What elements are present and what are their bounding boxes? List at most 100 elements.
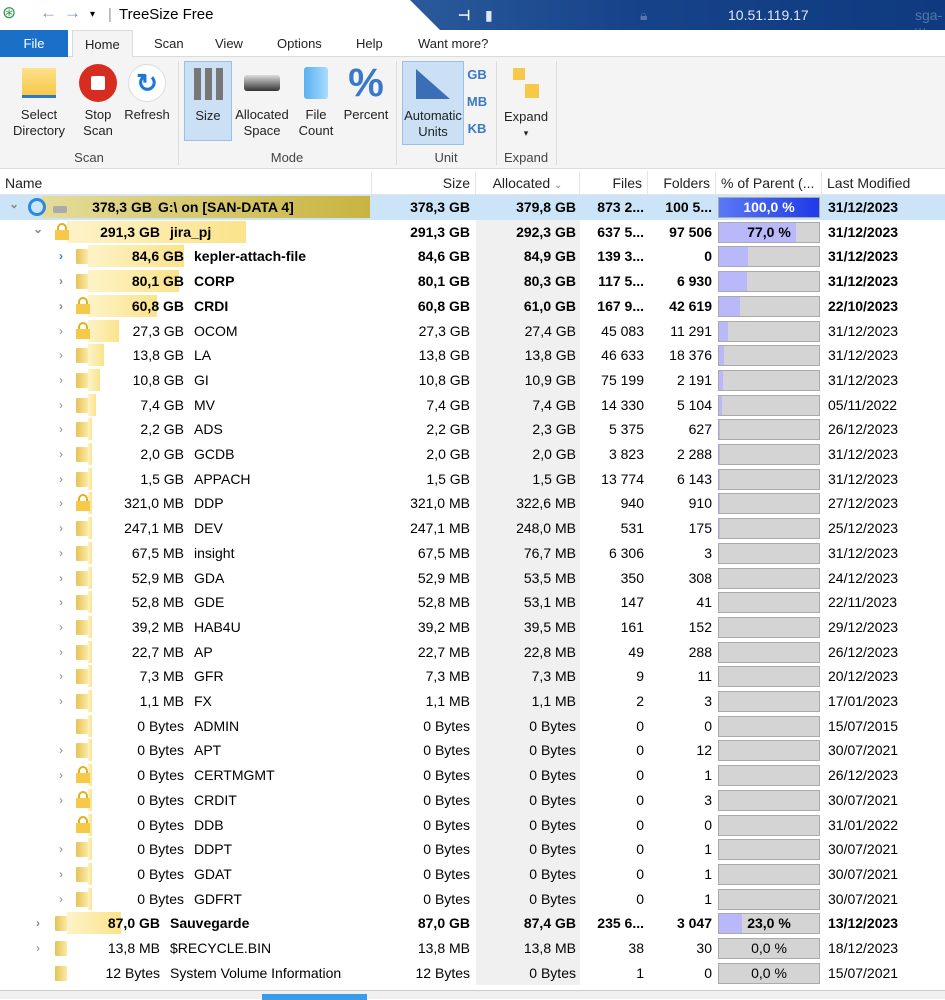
chevron-right-icon[interactable]: › (55, 244, 67, 269)
chevron-right-icon[interactable]: › (55, 368, 67, 393)
chevron-right-icon[interactable]: › (55, 319, 67, 344)
row-name[interactable]: GDE (194, 590, 224, 615)
table-row[interactable]: ›2,0 GBGCDB2,0 GB2,0 GB3 8232 28831/12/2… (0, 442, 945, 467)
table-row[interactable]: ›2,2 GBADS2,2 GB2,3 GB5 37562726/12/2023 (0, 417, 945, 442)
row-name[interactable]: insight (194, 541, 234, 566)
table-row[interactable]: 12 BytesSystem Volume Information12 Byte… (0, 961, 945, 986)
row-name[interactable]: kepler-attach-file (194, 244, 306, 269)
table-row[interactable]: ›1,5 GBAPPACH1,5 GB1,5 GB13 7746 14331/1… (0, 467, 945, 492)
table-row[interactable]: ›84,6 GBkepler-attach-file84,6 GB84,9 GB… (0, 244, 945, 269)
chevron-right-icon[interactable]: › (55, 516, 67, 541)
back-icon[interactable]: ← (40, 3, 57, 23)
table-row[interactable]: ›22,7 MBAP22,7 MB22,8 MB4928826/12/2023 (0, 640, 945, 665)
column-size[interactable]: Size (372, 171, 476, 195)
chevron-right-icon[interactable]: › (55, 664, 67, 689)
row-name[interactable]: GDFRT (194, 887, 242, 912)
row-name[interactable]: GDA (194, 566, 224, 591)
table-row[interactable]: ›13,8 MB$RECYCLE.BIN13,8 MB13,8 MB38300,… (0, 936, 945, 961)
row-name[interactable]: DDPT (194, 837, 232, 862)
chevron-right-icon[interactable]: › (55, 837, 67, 862)
tab-home[interactable]: Home (72, 30, 133, 57)
row-name[interactable]: DDB (194, 813, 224, 838)
scrollbar-thumb[interactable] (262, 994, 367, 1000)
chevron-right-icon[interactable]: › (55, 491, 67, 516)
row-name[interactable]: CERTMGMT (194, 763, 275, 788)
chevron-right-icon[interactable]: › (55, 887, 67, 912)
row-name[interactable]: jira_pj (170, 220, 211, 245)
table-row[interactable]: 0 BytesDDB0 Bytes0 Bytes0031/01/2022 (0, 813, 945, 838)
chevron-right-icon[interactable]: › (55, 393, 67, 418)
row-name[interactable]: $RECYCLE.BIN (170, 936, 271, 961)
row-name[interactable]: DDP (194, 491, 224, 516)
chevron-right-icon[interactable]: › (32, 936, 44, 961)
chevron-right-icon[interactable]: › (32, 911, 44, 936)
mode-size-button[interactable]: Size (184, 61, 232, 141)
row-name[interactable]: Sauvegarde (170, 911, 249, 936)
table-row[interactable]: ›0 BytesGDFRT0 Bytes0 Bytes0130/07/2021 (0, 887, 945, 912)
chevron-right-icon[interactable]: › (55, 763, 67, 788)
row-name[interactable]: CORP (194, 269, 234, 294)
chevron-right-icon[interactable]: › (55, 615, 67, 640)
row-name[interactable]: CRDI (194, 294, 228, 319)
unit-kb-button[interactable]: KB (466, 121, 488, 137)
row-name[interactable]: HAB4U (194, 615, 241, 640)
chevron-right-icon[interactable]: › (55, 294, 67, 319)
row-name[interactable]: OCOM (194, 319, 238, 344)
expand-button[interactable]: Expand ▾ (500, 65, 552, 141)
row-name[interactable]: GI (194, 368, 209, 393)
tab-options[interactable]: Options (265, 30, 334, 57)
row-name[interactable]: APPACH (194, 467, 251, 492)
stop-scan-button[interactable]: Stop Scan (76, 63, 120, 139)
mode-allocated-space-button[interactable]: Allocated Space (234, 63, 290, 139)
column-percent-of-parent[interactable]: % of Parent (... (716, 171, 822, 195)
chevron-right-icon[interactable]: › (55, 640, 67, 665)
chevron-right-icon[interactable]: › (55, 862, 67, 887)
table-row[interactable]: ›27,3 GBOCOM27,3 GB27,4 GB45 08311 29131… (0, 319, 945, 344)
row-name[interactable]: FX (194, 689, 212, 714)
horizontal-scrollbar[interactable] (0, 990, 945, 999)
chevron-right-icon[interactable]: › (55, 442, 67, 467)
table-row[interactable]: ›0 BytesDDPT0 Bytes0 Bytes0130/07/2021 (0, 837, 945, 862)
table-row[interactable]: ›87,0 GBSauvegarde87,0 GB87,4 GB235 6...… (0, 911, 945, 936)
table-row[interactable]: ›0 BytesCERTMGMT0 Bytes0 Bytes0126/12/20… (0, 763, 945, 788)
tab-scan[interactable]: Scan (142, 30, 196, 57)
row-name[interactable]: LA (194, 343, 211, 368)
mode-percent-button[interactable]: % Percent (340, 63, 392, 123)
row-name[interactable]: GDAT (194, 862, 232, 887)
pin-icon[interactable]: ⊣ (458, 7, 470, 24)
tab-want-more[interactable]: Want more? (406, 30, 500, 57)
mode-file-count-button[interactable]: File Count (294, 63, 338, 139)
table-row[interactable]: ›0 BytesAPT0 Bytes0 Bytes01230/07/2021 (0, 738, 945, 763)
row-name[interactable]: GFR (194, 664, 224, 689)
tab-help[interactable]: Help (344, 30, 395, 57)
unit-gb-button[interactable]: GB (466, 67, 488, 83)
row-name[interactable]: ADMIN (194, 714, 239, 739)
quick-access-dropdown-icon[interactable]: ▾ (90, 9, 95, 20)
table-row[interactable]: ›52,8 MBGDE52,8 MB53,1 MB1474122/11/2023 (0, 590, 945, 615)
column-name[interactable]: Name (0, 171, 372, 195)
table-row[interactable]: ›247,1 MBDEV247,1 MB248,0 MB53117525/12/… (0, 516, 945, 541)
chevron-right-icon[interactable]: › (55, 541, 67, 566)
tab-file[interactable]: File (0, 30, 68, 57)
row-name[interactable]: APT (194, 738, 221, 763)
table-row[interactable]: ›80,1 GBCORP80,1 GB80,3 GB117 5...6 9303… (0, 269, 945, 294)
table-row[interactable]: ⌄291,3 GBjira_pj291,3 GB292,3 GB637 5...… (0, 220, 945, 245)
forward-icon[interactable]: → (64, 3, 81, 23)
row-name[interactable]: CRDIT (194, 788, 237, 813)
row-name[interactable]: System Volume Information (170, 961, 341, 986)
column-files[interactable]: Files (580, 171, 648, 195)
chevron-right-icon[interactable]: › (55, 343, 67, 368)
table-row[interactable]: 0 BytesADMIN0 Bytes0 Bytes0015/07/2015 (0, 714, 945, 739)
chevron-right-icon[interactable]: › (55, 566, 67, 591)
row-name[interactable]: ADS (194, 417, 223, 442)
chevron-right-icon[interactable]: › (55, 788, 67, 813)
row-name[interactable]: DEV (194, 516, 223, 541)
column-last-modified[interactable]: Last Modified (822, 171, 945, 195)
row-name[interactable]: GCDB (194, 442, 234, 467)
chevron-right-icon[interactable]: › (55, 417, 67, 442)
table-row[interactable]: ⌄378,3 GBG:\ on [SAN-DATA 4]378,3 GB379,… (0, 195, 945, 220)
table-row[interactable]: ›60,8 GBCRDI60,8 GB61,0 GB167 9...42 619… (0, 294, 945, 319)
row-name[interactable]: MV (194, 393, 215, 418)
chevron-right-icon[interactable]: › (55, 689, 67, 714)
unit-mb-button[interactable]: MB (466, 94, 488, 110)
